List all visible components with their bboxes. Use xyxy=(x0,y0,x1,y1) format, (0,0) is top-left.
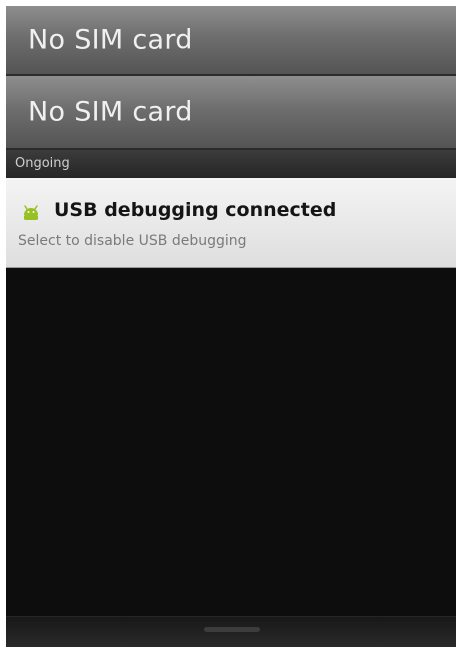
section-label: Ongoing xyxy=(15,156,70,171)
sim-status-row-2: No SIM card xyxy=(6,76,456,150)
sim-status-label: No SIM card xyxy=(28,96,193,128)
sim-status-label: No SIM card xyxy=(28,24,193,56)
sim-status-row-1: No SIM card xyxy=(6,6,456,76)
drag-handle-icon[interactable] xyxy=(204,627,260,632)
shade-bottom-bar[interactable] xyxy=(6,616,456,647)
android-icon xyxy=(20,202,42,224)
notification-title: USB debugging connected xyxy=(54,199,337,221)
ongoing-section-header: Ongoing xyxy=(6,150,456,178)
notification-shade: No SIM card No SIM card Ongoing USB debu… xyxy=(6,6,456,647)
usb-debugging-notification[interactable]: USB debugging connected Select to disabl… xyxy=(6,178,456,268)
notification-text: Select to disable USB debugging xyxy=(18,233,247,249)
